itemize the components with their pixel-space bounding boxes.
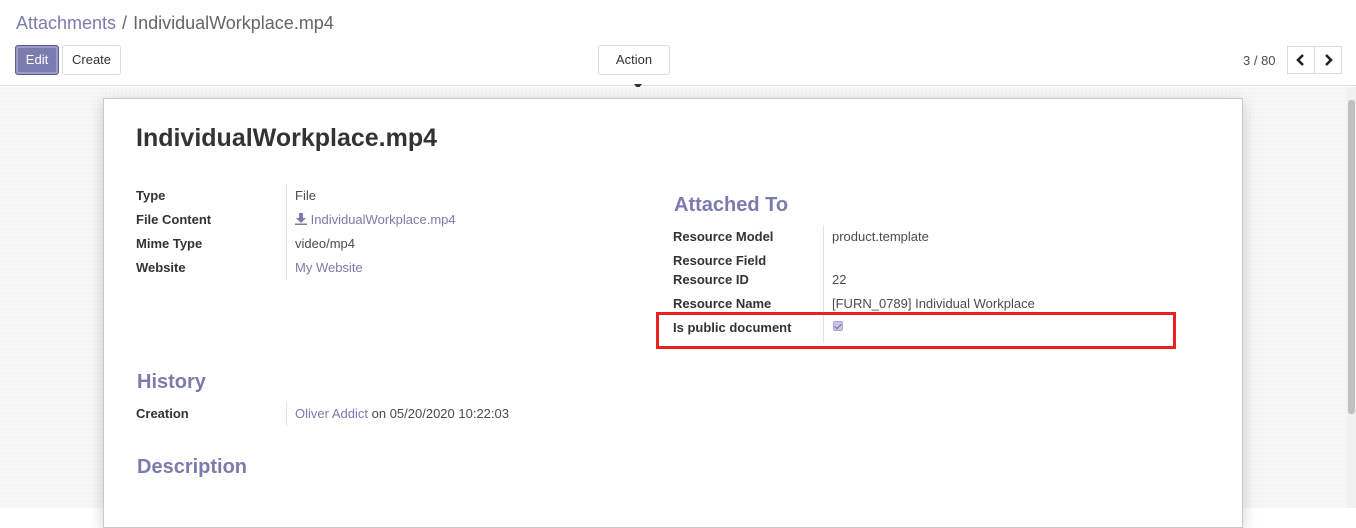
creation-date: 05/20/2020 10:22:03 — [389, 406, 509, 421]
pager-previous-button[interactable] — [1287, 46, 1315, 74]
creation-value: Oliver Addict on 05/20/2020 10:22:03 — [295, 406, 509, 421]
creation-connector: on — [371, 406, 387, 421]
chevron-right-icon — [1325, 54, 1333, 66]
resource-name-label: Resource Name — [673, 296, 772, 311]
control-panel: Attachments / IndividualWorkplace.mp4 Edit… — [0, 0, 1356, 90]
file-content-label: File Content — [136, 212, 212, 227]
type-value: File — [295, 188, 316, 203]
create-button[interactable]: Create — [62, 45, 121, 75]
description-heading: Description — [137, 456, 248, 478]
mime-type-value: video/mp4 — [295, 236, 355, 251]
mime-type-label: Mime Type — [136, 236, 203, 251]
chevron-left-icon — [1296, 54, 1304, 66]
scrollbar-thumb[interactable] — [1348, 100, 1355, 414]
action-label: Action — [615, 52, 653, 67]
creation-user-link[interactable]: Oliver Addict — [295, 406, 368, 421]
resource-model-value: product.template — [832, 229, 929, 244]
attached-to-heading: Attached To — [674, 194, 789, 216]
file-content-download-link[interactable]: IndividualWorkplace.mp4 — [295, 212, 456, 227]
resource-id-label: Resource ID — [673, 272, 749, 287]
breadcrumb: Attachments / IndividualWorkplace.mp4 — [16, 12, 334, 34]
website-link[interactable]: My Website — [295, 260, 363, 275]
breadcrumb-separator: / — [122, 13, 128, 33]
resource-field-label: Resource Field — [673, 253, 767, 268]
field-divider — [286, 184, 287, 280]
edit-button[interactable]: Edit — [15, 45, 59, 75]
resource-name-value: [FURN_0789] Individual Workplace — [832, 296, 1035, 311]
breadcrumb-attachments-link[interactable]: Attachments — [16, 13, 116, 33]
history-divider — [286, 402, 287, 426]
highlight-box — [656, 312, 1176, 349]
action-dropdown[interactable]: Action — [598, 45, 670, 90]
download-icon — [295, 213, 307, 225]
creation-label: Creation — [136, 406, 189, 421]
breadcrumb-current: IndividualWorkplace.mp4 — [133, 13, 334, 33]
website-label: Website — [136, 260, 186, 275]
file-content-value: IndividualWorkplace.mp4 — [310, 212, 456, 227]
resource-id-value: 22 — [832, 272, 847, 287]
pager-next-button[interactable] — [1314, 46, 1342, 74]
pager-value[interactable]: 3 / 80 — [1243, 53, 1276, 68]
type-label: Type — [136, 188, 166, 203]
resource-model-label: Resource Model — [673, 229, 774, 244]
history-heading: History — [137, 371, 206, 393]
record-title: IndividualWorkplace.mp4 — [136, 124, 438, 152]
